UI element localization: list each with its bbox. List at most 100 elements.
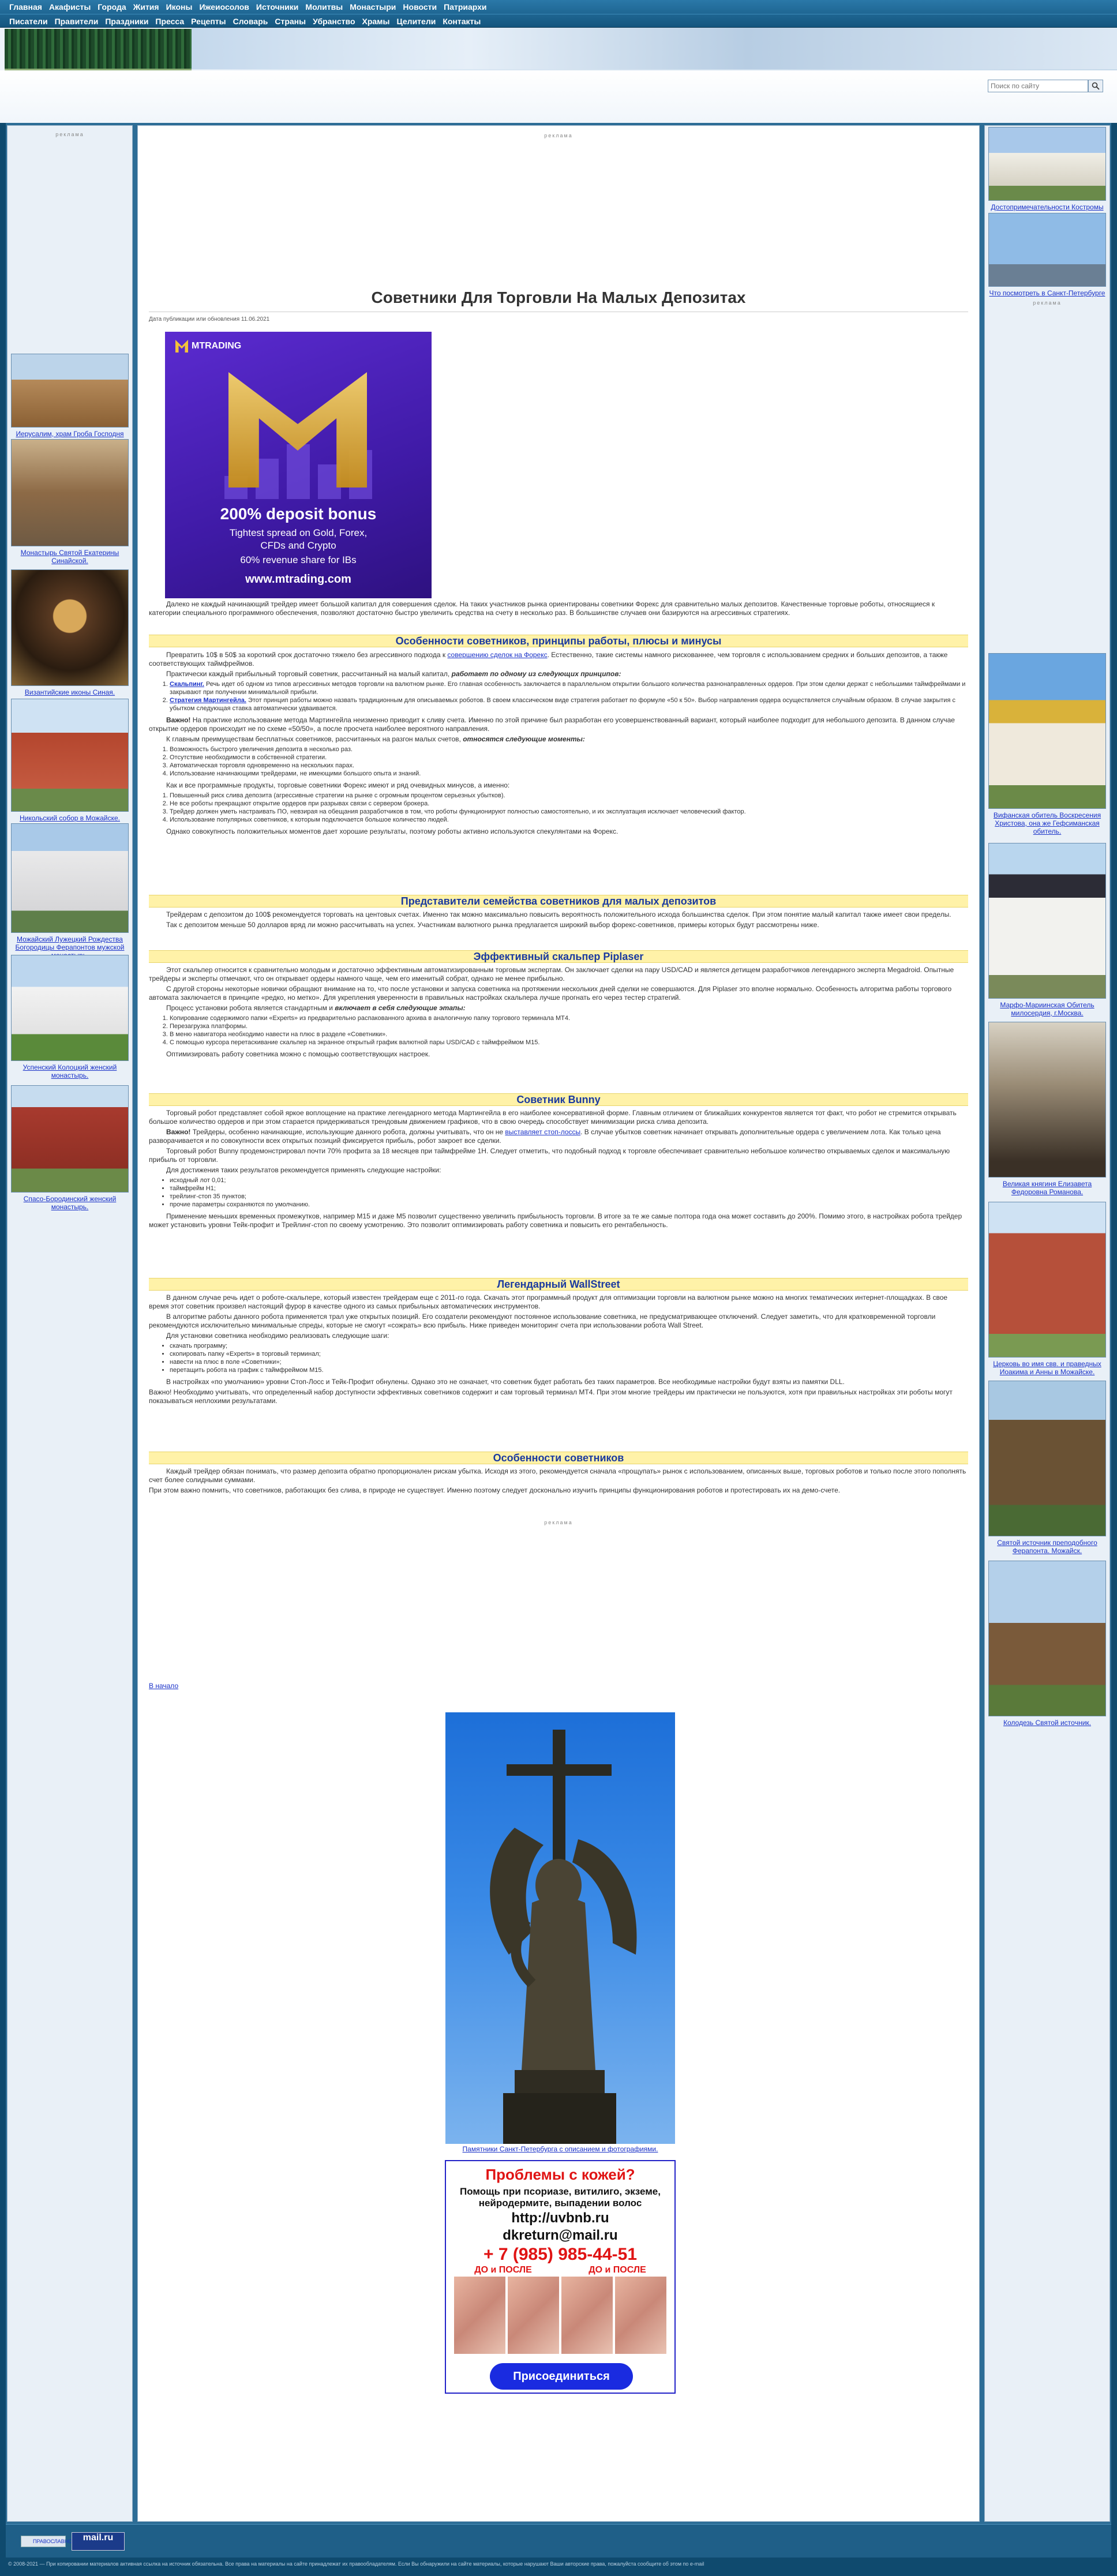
back-to-top-link[interactable]: В начало [149, 1682, 178, 1690]
nav-link[interactable]: Акафисты [49, 2, 91, 12]
search-button[interactable] [1088, 80, 1103, 92]
before-after-label: ДО и ПОСЛЕ [589, 2265, 646, 2275]
nav-link[interactable]: Писатели [9, 17, 48, 26]
nav-link[interactable]: Монастыри [350, 2, 396, 12]
list-item: скопировать папку «Experts» в торговый т… [170, 1350, 968, 1358]
sidebar-card-caption[interactable]: Что посмотреть в Санкт-Петербурге [988, 289, 1106, 297]
sidebar-card[interactable]: Успенский Колоцкий женский монастырь. [11, 955, 129, 1079]
skin-treatment-ad[interactable]: Проблемы с кожей? Помощь при псориазе, в… [445, 2160, 676, 2394]
angel-image-caption-link[interactable]: Памятники Санкт-Петербурга с описанием и… [445, 2145, 675, 2153]
nav-link[interactable]: Храмы [362, 17, 390, 26]
sidebar-card[interactable]: Вифанская обитель Воскресения Христова, … [988, 653, 1106, 835]
sidebar-card-caption[interactable]: Монастырь Святой Екатерины Синайской. [11, 549, 129, 565]
mtrading-logo-icon [175, 340, 188, 353]
list-item: Повышенный риск слива депозита (агрессив… [170, 792, 968, 800]
sidebar-card-image[interactable] [11, 823, 129, 933]
article-intro: Далеко не каждый начинающий трейдер имее… [149, 600, 968, 619]
nav-link[interactable]: Страны [275, 17, 306, 26]
intro-paragraph: Далеко не каждый начинающий трейдер имее… [149, 600, 935, 617]
nav-link[interactable]: Пресса [155, 17, 184, 26]
sidebar-card-image[interactable] [988, 653, 1106, 809]
nav-link[interactable]: Города [98, 2, 126, 12]
sidebar-card-caption[interactable]: Никольский собор в Можайске. [11, 814, 129, 822]
sidebar-card-caption[interactable]: Церковь во имя свв. и праведных Иоакима … [988, 1360, 1106, 1376]
sidebar-card-image[interactable] [988, 1561, 1106, 1716]
sidebar-card-image[interactable] [988, 213, 1106, 287]
sidebar-card[interactable]: Великая княгиня Елизавета Федоровна Рома… [988, 1022, 1106, 1196]
mtrading-ad-banner[interactable]: MTRADING 200% deposit bonus Tightest spr… [165, 332, 432, 598]
sidebar-card-image[interactable] [11, 569, 129, 686]
join-button[interactable]: Присоединиться [490, 2363, 633, 2390]
sidebar-card[interactable]: Можайский Лужецкий Рождества Богородицы … [11, 823, 129, 959]
sidebar-card-caption[interactable]: Византийские иконы Синая. [11, 688, 129, 696]
nav-row-secondary: Писатели Правители Праздники Пресса Рецепты С… [0, 14, 1117, 28]
sidebar-card[interactable]: Достопримечательности Костромы [988, 127, 1106, 211]
sidebar-card-caption[interactable]: Святой источник преподобного Ферапонта. … [988, 1539, 1106, 1555]
sidebar-card-image[interactable] [11, 439, 129, 546]
list-item: Автоматическая торговля одновременно на … [170, 762, 968, 770]
right-sidebar: Достопримечательности Костромы Что посмот… [984, 125, 1110, 2522]
sidebar-card-caption[interactable]: Успенский Колоцкий женский монастырь. [11, 1063, 129, 1079]
nav-link[interactable]: Иже­иосолов [199, 2, 249, 12]
ad-label: реклама [544, 1520, 573, 1525]
list-item: прочие параметры сохраняются по умолчани… [170, 1201, 968, 1209]
sidebar-card[interactable]: Монастырь Святой Екатерины Синайской. [11, 439, 129, 565]
nav-link[interactable]: Жития [133, 2, 159, 12]
sidebar-card[interactable]: Спасо-Бородинский женский монастырь. [11, 1085, 129, 1211]
sidebar-card-image[interactable] [988, 1381, 1106, 1536]
sidebar-card-caption[interactable]: Иерусалим, храм Гроба Господня [11, 430, 129, 438]
sidebar-card-image[interactable] [11, 1085, 129, 1193]
nav-row-primary: Главная Акафисты Города Жития Иконы Иже­иосол… [0, 0, 1117, 14]
sidebar-card-image[interactable] [988, 127, 1106, 201]
nav-link[interactable]: Убранство [313, 17, 355, 26]
nav-link[interactable]: Словарь [233, 17, 268, 26]
sidebar-card-caption[interactable]: Великая княгиня Елизавета Федоровна Рома… [988, 1180, 1106, 1196]
footer-bar [6, 2524, 1111, 2558]
nav-link[interactable]: Иконы [166, 2, 193, 12]
sidebar-card[interactable]: Марфо-Мариинская Обитель милосердия, г.М… [988, 843, 1106, 1017]
sidebar-card-image[interactable] [11, 955, 129, 1061]
counter-badge[interactable]: ПРАВОСЛАВНОЕ [21, 2536, 76, 2547]
paragraph: Трейдерам с депозитом до 100$ рекомендуе… [166, 910, 951, 918]
angel-monument-image[interactable] [445, 1712, 675, 2144]
sidebar-card-image[interactable] [988, 1202, 1106, 1358]
settings-list: исходный лот 0,01;таймфрейм Н1;трейлинг-… [149, 1176, 968, 1209]
nav-link[interactable]: Праздники [105, 17, 148, 26]
list-item: Использование популярных советников, к к… [170, 816, 968, 824]
nav-link[interactable]: Контакты [443, 17, 481, 26]
sidebar-card-caption[interactable]: Вифанская обитель Воскресения Христова, … [988, 811, 1106, 835]
sidebar-card[interactable]: Что посмотреть в Санкт-Петербурге [988, 213, 1106, 297]
sidebar-card[interactable]: Колодезь Святой истoчник. [988, 1561, 1106, 1727]
mailru-counter-badge[interactable]: mail.ru [72, 2532, 125, 2551]
list-item: С помощью курсора перетаскивание скальпе… [170, 1038, 968, 1047]
sidebar-card-caption[interactable]: Спасо-Бородинский женский монастырь. [11, 1195, 129, 1211]
sidebar-card[interactable]: Святой источник преподобного Ферапонта. … [988, 1381, 1106, 1555]
sidebar-card-image[interactable] [988, 843, 1106, 999]
wallstreet-steps-list: скачать программу;скопировать папку «Exp… [149, 1342, 968, 1374]
sidebar-card-caption[interactable]: Достопримечательности Костромы [988, 203, 1106, 211]
sidebar-card-image[interactable] [988, 1022, 1106, 1178]
sidebar-card-image[interactable] [11, 354, 129, 428]
search-input[interactable] [988, 80, 1088, 92]
forex-deals-link[interactable]: совершению сделок на Форекс [447, 651, 547, 659]
sidebar-card[interactable]: Иерусалим, храм Гроба Господня [11, 354, 129, 438]
nav-link[interactable]: Источники [256, 2, 299, 12]
stop-loss-link[interactable]: выставляет стоп-лоссы [505, 1128, 580, 1136]
sidebar-card-caption[interactable]: Колодезь Святой истoчник. [988, 1719, 1106, 1727]
sidebar-card[interactable]: Византийские иконы Синая. [11, 569, 129, 696]
paragraph: Каждый трейдер обязан понимать, что разм… [149, 1467, 966, 1484]
nav-link[interactable]: Молитвы [305, 2, 343, 12]
skin-ad-phone: + 7 (985) 985-44-51 [483, 2245, 637, 2264]
nav-link[interactable]: Рецепты [191, 17, 226, 26]
sidebar-card-caption[interactable]: Марфо-Мариинская Обитель милосердия, г.М… [988, 1001, 1106, 1017]
nav-link[interactable]: Новости [403, 2, 437, 12]
nav-link[interactable]: Правители [55, 17, 99, 26]
sidebar-card-image[interactable] [11, 699, 129, 812]
list-item: навести на плюс в поле «Советники»; [170, 1358, 968, 1366]
banner-brand: MTRADING [192, 341, 242, 351]
nav-link[interactable]: Патриархи [444, 2, 486, 12]
nav-link[interactable]: Главная [9, 2, 42, 12]
sidebar-card[interactable]: Никольский собор в Можайске. [11, 699, 129, 822]
sidebar-card[interactable]: Церковь во имя свв. и праведных Иоакима … [988, 1202, 1106, 1376]
nav-link[interactable]: Целители [397, 17, 436, 26]
